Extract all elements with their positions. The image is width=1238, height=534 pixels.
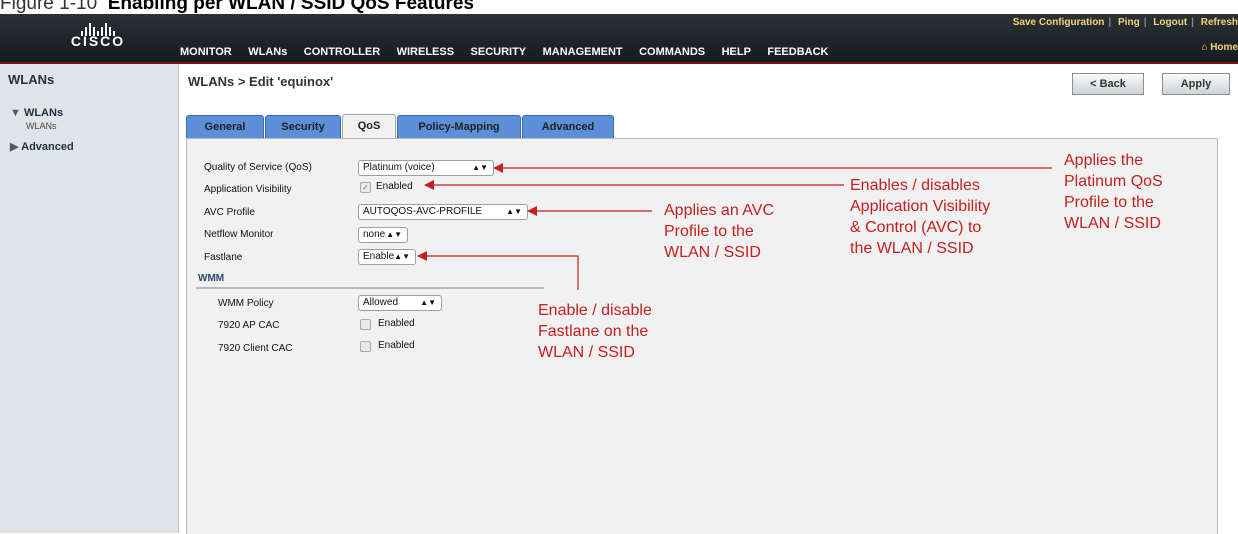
- annotation-platinum: Applies the Platinum QoS Profile to the …: [1064, 150, 1163, 234]
- annotation-line: the WLAN / SSID: [850, 240, 974, 257]
- annotation-arrows: [417, 163, 1052, 290]
- fastlane-arrow: [417, 251, 579, 290]
- annotation-line: & Control (AVC) to: [850, 219, 982, 236]
- annotation-line: WLAN / SSID: [538, 344, 635, 361]
- annotation-line: Profile to the: [664, 223, 754, 240]
- annotation-line: WLAN / SSID: [1064, 215, 1161, 232]
- annotation-avc-enable: Enables / disables Application Visibilit…: [850, 175, 990, 259]
- annotation-line: Applies an AVC: [664, 202, 774, 219]
- annotation-line: Application Visibility: [850, 198, 991, 215]
- annotation-line: Platinum QoS: [1064, 173, 1163, 190]
- annotation-line: Enable / disable: [538, 302, 652, 319]
- annotation-avc-profile: Applies an AVC Profile to the WLAN / SSI…: [664, 200, 774, 263]
- annotation-line: Fastlane on the: [538, 323, 649, 340]
- annotation-line: WLAN / SSID: [664, 244, 761, 261]
- annotation-fastlane: Enable / disable Fastlane on the WLAN / …: [538, 300, 652, 363]
- annotation-line: Profile to the: [1064, 194, 1154, 211]
- annotation-line: Enables / disables: [850, 177, 980, 194]
- annotation-line: Applies the: [1064, 152, 1144, 169]
